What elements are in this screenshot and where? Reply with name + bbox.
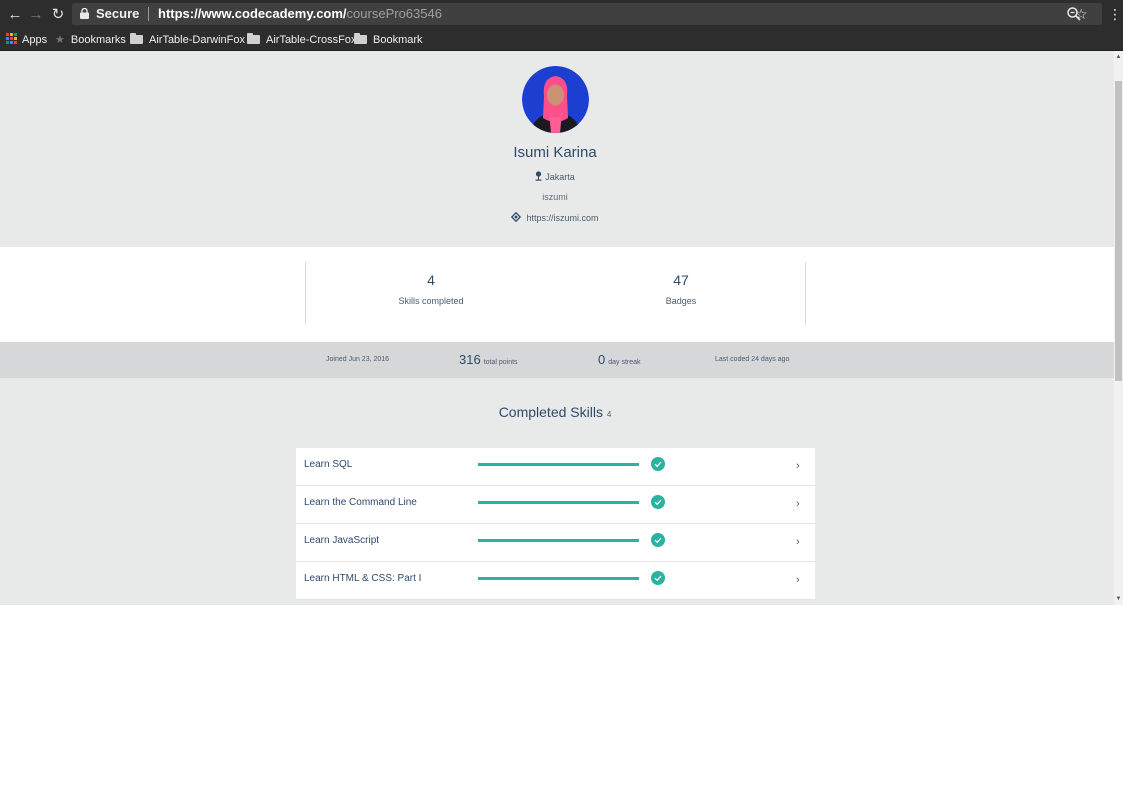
skill-progress-fill [478,501,639,504]
url-text[interactable]: https://www.codecademy.com/coursePro6354… [158,3,442,25]
skill-name: Learn SQL [304,459,353,470]
completed-skills-heading: Completed Skills [498,404,603,420]
bookmarks-bar: Apps ★ Bookmarks AirTable-DarwinFox AirTa… [0,30,1123,51]
avatar [522,66,589,133]
skill-progress-bar [478,539,639,542]
skill-progress-fill [478,577,639,580]
chevron-right-icon[interactable]: › [796,486,800,522]
check-circle-icon [651,457,665,471]
skill-name: Learn HTML & CSS: Part I [304,573,422,584]
badges-label: Badges [665,296,697,306]
check-circle-icon [651,571,665,585]
bookmark-airtable-darwinfox-label: AirTable-DarwinFox [149,34,245,46]
profile-name: Isumi Karina [513,144,597,161]
profile-username: iszumi [542,192,568,202]
skills-completed-value: 4 [427,272,435,288]
lock-icon [80,8,89,19]
badges-value: 47 [673,272,689,288]
bookmark-airtable-crossfox-label: AirTable-CrossFox [266,34,357,46]
check-circle-icon [651,495,665,509]
scroll-up-icon[interactable]: ▲ [1115,53,1122,61]
website-link[interactable]: https://iszumi.com [526,213,598,223]
activity-bar: Joined Jun 23, 2016 316 total points 0 day… [0,342,1114,378]
day-streak-label: day streak [608,359,641,366]
bookmark-star-icon[interactable]: ☆ [1075,4,1088,24]
completed-skills-count: 4 [606,410,612,419]
total-points-value: 316 [459,352,481,367]
scrollbar-thumb[interactable] [1115,81,1122,381]
reload-icon[interactable]: ↻ [49,6,67,24]
day-streak: 0 day streak [598,342,641,381]
location-text: Jakarta [545,172,575,182]
omnibox-separator [148,7,149,21]
forward-icon[interactable]: → [27,6,45,24]
skill-progress-bar [478,501,639,504]
check-circle-icon [651,533,665,547]
scroll-down-icon[interactable]: ▼ [1115,595,1122,603]
bookmark-bookmarks-label: Bookmarks [70,34,126,46]
skill-row[interactable]: Learn JavaScript › [296,524,815,562]
location-pin-icon [535,171,542,181]
apps-grid-icon [6,33,17,44]
kebab-menu-icon[interactable]: ⋮ [1108,4,1122,24]
secure-label: Secure [96,6,140,21]
bookmark-bookmark[interactable]: Bookmark [354,31,423,49]
bookmark-apps[interactable]: Apps [6,31,47,49]
folder-icon [354,33,367,44]
chevron-right-icon[interactable]: › [796,562,800,598]
skill-progress-fill [478,463,639,466]
address-bar[interactable]: Secure https://www.codecademy.com/course… [72,3,1102,25]
bookmark-airtable-crossfox[interactable]: AirTable-CrossFox [247,31,356,49]
skill-progress-bar [478,463,639,466]
profile-header: Isumi Karina Jakarta iszumi https://iszu… [0,51,1114,247]
bookmark-airtable-darwinfox[interactable]: AirTable-DarwinFox [130,31,245,49]
url-host: https://www.codecademy.com/ [158,6,347,21]
back-icon[interactable]: ← [6,6,24,24]
total-points: 316 total points [459,342,518,381]
joined-date: Joined Jun 23, 2016 [326,356,390,363]
chevron-right-icon[interactable]: › [796,448,800,484]
skill-progress-bar [478,577,639,580]
skill-name: Learn JavaScript [304,535,380,546]
star-icon: ★ [55,34,65,46]
skills-completed-stat[interactable]: 4 Skills completed [331,272,531,306]
page-viewport: Isumi Karina Jakarta iszumi https://iszu… [0,51,1114,605]
stats-box: 4 Skills completed 47 Badges [305,262,806,325]
skill-row[interactable]: Learn HTML & CSS: Part I › [296,562,815,600]
skill-progress-fill [478,539,639,542]
bookmark-bookmark-label: Bookmark [373,34,423,46]
profile-website[interactable]: https://iszumi.com [0,212,1110,223]
folder-icon [247,33,260,44]
chevron-right-icon[interactable]: › [796,524,800,560]
url-path: coursePro63546 [346,6,442,21]
bookmark-bookmarks[interactable]: ★ Bookmarks [55,31,126,49]
folder-icon [130,33,143,44]
day-streak-value: 0 [598,352,606,367]
total-points-label: total points [483,359,518,366]
profile-location: Jakarta [0,171,1110,182]
skill-row[interactable]: Learn the Command Line › [296,486,815,524]
bookmark-apps-label: Apps [22,34,48,46]
link-icon [511,212,522,222]
skills-completed-label: Skills completed [398,296,464,306]
badges-stat[interactable]: 47 Badges [581,272,781,306]
completed-skills-title: Completed Skills 4 [0,404,1110,420]
last-coded: Last coded 24 days ago [715,356,790,363]
skill-row[interactable]: Learn SQL › [296,448,815,486]
skill-name: Learn the Command Line [304,497,417,508]
stats-band: 4 Skills completed 47 Badges [0,247,1114,342]
browser-toolbar: ← → ↻ Secure https://www.codecademy.com/… [0,0,1123,30]
vertical-scrollbar[interactable]: ▲ ▼ [1114,51,1123,605]
